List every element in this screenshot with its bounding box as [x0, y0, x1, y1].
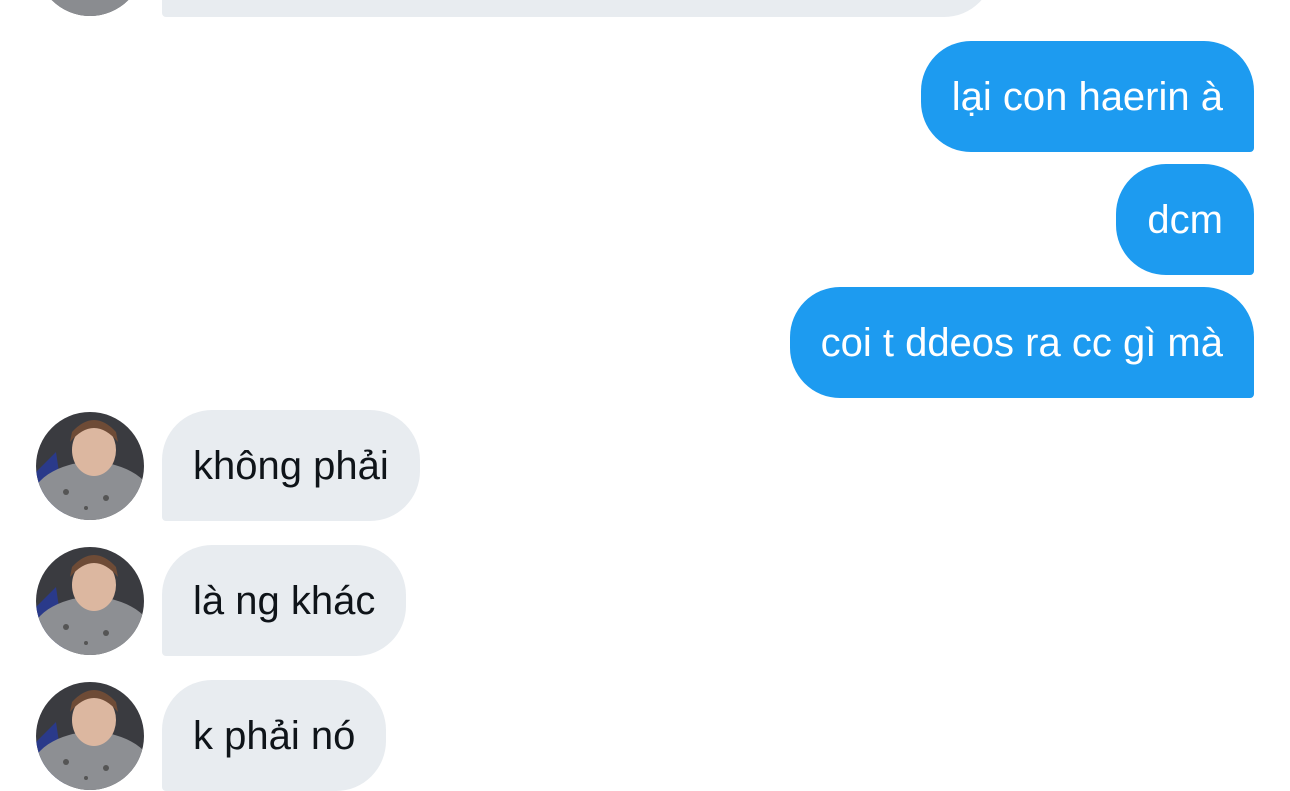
message-bubble-incoming[interactable]: k phải nó — [162, 680, 387, 791]
message-bubble-incoming[interactable] — [162, 0, 994, 17]
message-bubble-outgoing[interactable]: dcm — [1116, 164, 1254, 275]
message-thread[interactable]: lại con haerin à dcm coi t ddeos ra cc g… — [0, 0, 1290, 791]
message-text: là ng khác — [193, 578, 376, 623]
contact-avatar[interactable] — [36, 0, 144, 16]
contact-avatar[interactable] — [36, 412, 144, 520]
message-text: dcm — [1147, 197, 1223, 242]
contact-avatar[interactable] — [36, 682, 144, 790]
message-bubble-incoming[interactable]: là ng khác — [162, 545, 407, 656]
message-text: k phải nó — [193, 713, 356, 758]
message-bubble-incoming[interactable]: không phải — [162, 410, 420, 521]
message-bubble-outgoing[interactable]: coi t ddeos ra cc gì mà — [789, 287, 1254, 398]
message-text: không phải — [193, 443, 389, 488]
message-text: lại con haerin à — [951, 74, 1223, 119]
message-text: coi t ddeos ra cc gì mà — [820, 320, 1223, 365]
message-bubble-outgoing[interactable]: lại con haerin à — [920, 41, 1254, 152]
contact-avatar[interactable] — [36, 547, 144, 655]
